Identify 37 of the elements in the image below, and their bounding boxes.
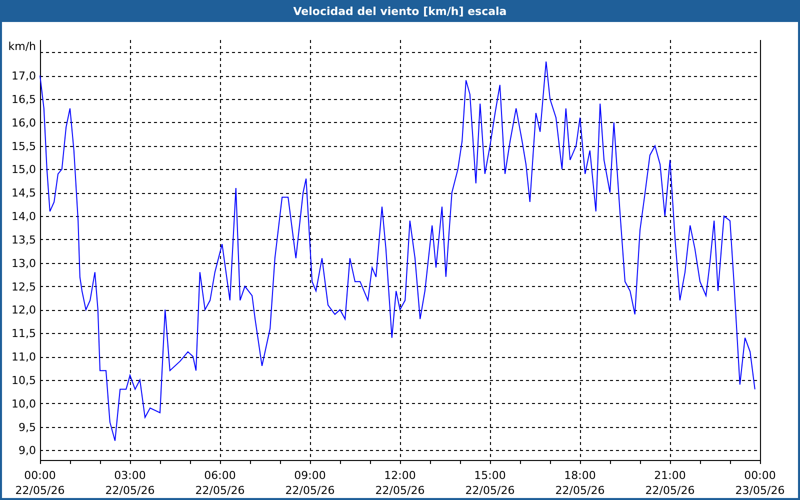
y-tick-label: 16,0 <box>12 116 36 130</box>
y-tick-label: 12,5 <box>12 280 36 294</box>
x-tick-time: 06:00 <box>204 469 236 482</box>
y-tick-label: 17,0 <box>12 70 36 83</box>
y-tick-label: 9,5 <box>18 420 36 434</box>
x-tick-time: 00:00 <box>24 469 56 482</box>
y-tick-label: 15,0 <box>12 163 36 176</box>
x-tick-date: 22/05/26 <box>555 484 605 497</box>
y-tick-label: 10,0 <box>12 397 36 410</box>
x-tick-date: 22/05/26 <box>105 484 155 497</box>
x-tick-date: 22/05/26 <box>285 484 335 497</box>
x-tick-time: 03:00 <box>114 469 146 482</box>
y-tick-label: 11,0 <box>12 350 36 364</box>
x-tick-date: 23/05/26 <box>735 484 785 497</box>
x-tick-time: 21:00 <box>654 469 686 482</box>
y-tick-label: 14,0 <box>12 210 36 224</box>
x-tick-time: 09:00 <box>294 469 326 482</box>
y-tick-label: 11,5 <box>12 327 36 340</box>
y-tick-label: 14,5 <box>12 186 36 200</box>
y-tick-label: 15,5 <box>12 140 36 153</box>
y-tick-label: 13,0 <box>12 256 36 270</box>
x-tick-date: 22/05/26 <box>375 484 425 497</box>
x-tick-date: 22/05/26 <box>15 484 65 497</box>
y-tick-label: 9,0 <box>18 444 36 458</box>
x-tick-date: 22/05/26 <box>465 484 515 497</box>
x-tick-time: 18:00 <box>564 469 596 482</box>
y-tick-label: 16,5 <box>12 93 36 106</box>
window-title: Velocidad del viento [km/h] escala <box>293 4 507 18</box>
x-tick-date: 22/05/26 <box>195 484 245 497</box>
x-tick-time: 00:00 <box>744 469 776 482</box>
x-tick-time: 15:00 <box>474 469 506 482</box>
y-tick-label: 10,5 <box>12 374 36 387</box>
y-axis-unit: km/h <box>8 40 36 53</box>
x-tick-time: 12:00 <box>384 469 416 482</box>
x-tick-date: 22/05/26 <box>645 484 695 497</box>
y-tick-label: 12,0 <box>12 304 36 317</box>
y-tick-label: 13,5 <box>12 233 36 246</box>
